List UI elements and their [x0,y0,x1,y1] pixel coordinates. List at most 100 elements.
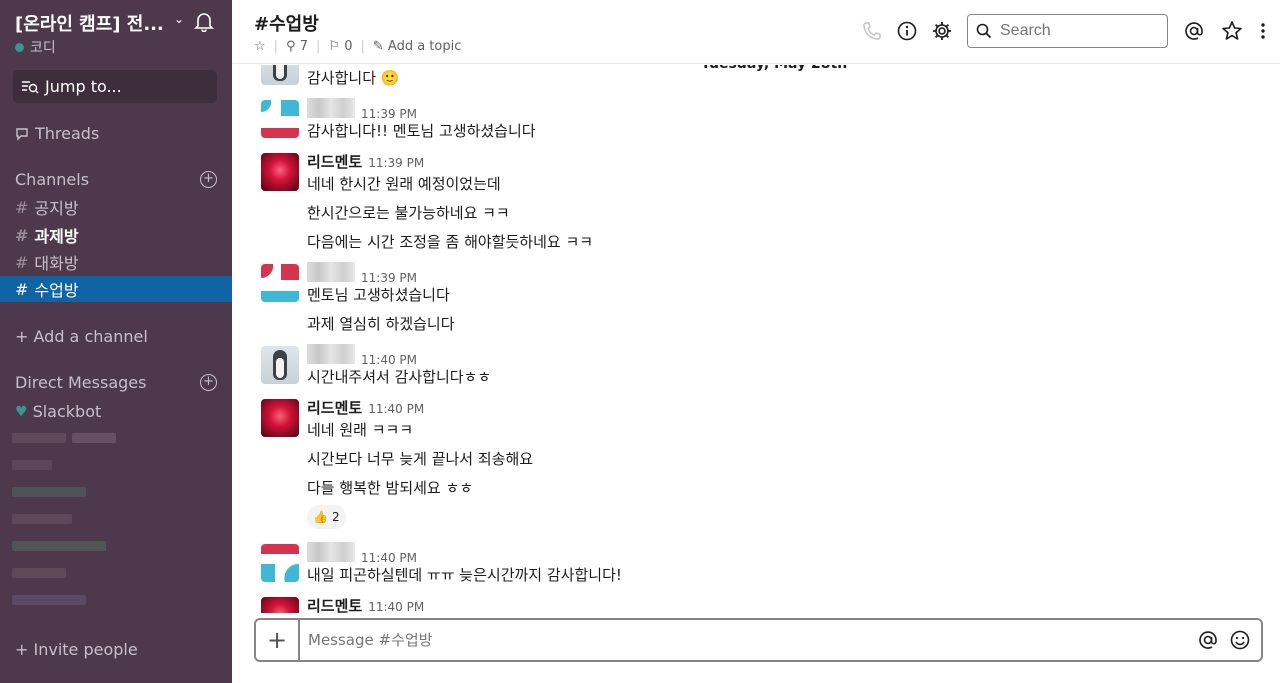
info-icon[interactable] [896,20,918,42]
invite-people-link[interactable]: + Invite people [15,640,138,659]
add-topic-button[interactable]: ✎ Add a topic [373,39,462,54]
message-meta: 리드멘토 11:40 PM [307,595,424,613]
message-text: 한시간으로는 불가능하네요 ㅋㅋ [307,204,510,222]
message-text: 네네 원래 ㅋㅋㅋ [307,421,414,439]
message-text: 네네 한시간 원래 예정이었는데 [307,175,501,193]
jump-to-icon [22,80,39,94]
presence-dot [15,42,24,52]
mentions-icon[interactable] [1183,20,1205,42]
threads-label: Threads [35,124,100,143]
channel-label: 과제방 [34,227,79,246]
message-meta: 11:39 PM [307,98,417,121]
message-meta: 11:40 PM [307,542,417,565]
search-box[interactable] [967,14,1168,48]
user-name: 코디 [30,40,56,56]
redacted-dm [72,433,116,443]
hash-icon: # [15,197,29,217]
person-icon: ⚲ [286,39,296,54]
author-name[interactable]: 리드멘토 [307,595,362,613]
sidebar-item-channel[interactable]: # 대화방 [0,249,232,275]
author-name[interactable]: 리드멘토 [307,397,362,418]
avatar[interactable] [261,100,299,138]
phone-icon[interactable] [861,20,883,42]
channel-meta: ☆ | ⚲ 7 | ⚐ 0 | ✎ Add a topic [254,39,462,54]
sidebar-item-channel[interactable]: # 공지방 [0,194,232,220]
channels-heading[interactable]: Channels [15,170,89,189]
search-icon [976,23,992,39]
hash-icon: # [15,279,29,299]
avatar[interactable] [261,597,299,613]
workspace-name[interactable]: [온라인 캠프] 전... [15,10,175,36]
members-button[interactable]: ⚲ 7 [286,39,308,54]
sidebar-item-threads[interactable]: Threads [15,124,99,143]
message-time[interactable]: 11:39 PM [368,156,424,170]
redacted-dm[interactable] [12,460,52,470]
date-divider: Tuesday, May 28th [687,65,862,74]
current-user[interactable]: 코디 [15,37,56,57]
bell-icon[interactable] [193,10,215,32]
message-text: 시간보다 너무 늦게 끝나서 죄송해요 [307,450,534,468]
pins-count: 0 [344,39,353,54]
avatar[interactable] [261,544,299,582]
channel-title[interactable]: #수업방 [254,10,319,36]
slackbot-label: Slackbot [32,402,102,421]
message-list[interactable]: Tuesday, May 28th 감사합니다 🙂 11:39 PM 감사합니다… [232,65,1280,613]
chevron-down-icon[interactable]: ⌄ [174,12,184,26]
message-time[interactable]: 11:40 PM [361,353,417,367]
message-meta: 11:39 PM [307,262,417,285]
redacted-author[interactable] [307,344,355,364]
add-dm-plus-icon[interactable]: + [200,374,217,391]
message-meta: 리드멘토 11:40 PM [307,397,424,418]
redacted-dm[interactable] [12,433,66,443]
pencil-icon: ✎ [372,39,384,54]
redacted-dm[interactable] [12,514,72,524]
message-input[interactable] [308,628,1178,652]
avatar[interactable] [261,264,299,302]
avatar[interactable] [261,399,299,437]
threads-icon [16,127,28,141]
more-vertical-icon[interactable] [1252,20,1274,42]
message-text: 감사합니다!! 멘토님 고생하셨습니다 [307,122,536,140]
message-text: 다음에는 시간 조정을 좀 해야할듯하네요 ㅋㅋ [307,233,594,251]
redacted-author[interactable] [307,98,355,118]
attach-plus-button[interactable]: + [256,620,300,660]
message-time[interactable]: 11:39 PM [361,271,417,285]
avatar-image [261,544,299,582]
sidebar: [온라인 캠프] 전... ⌄ 코디 Jump to... Threads Ch… [0,0,232,683]
sidebar-item-slackbot[interactable]: ♥ Slackbot [15,402,101,421]
message-time[interactable]: 11:40 PM [361,551,417,565]
sidebar-item-channel[interactable]: # 과제방 [0,222,232,248]
members-count: 7 [299,39,308,54]
gear-icon[interactable] [931,20,953,42]
channel-header: #수업방 ☆ | ⚲ 7 | ⚐ 0 | ✎ Add a topic [232,0,1280,64]
reaction-pill[interactable]: 👍 2 [307,505,346,529]
star-icon[interactable]: ☆ [254,39,266,54]
sidebar-item-channel-active[interactable]: # 수업방 [0,276,232,302]
pins-button[interactable]: ⚐ 0 [328,39,352,54]
redacted-dm[interactable] [12,487,86,497]
add-channel-plus-icon[interactable]: + [200,171,217,188]
message-time[interactable]: 11:40 PM [368,600,424,613]
star-icon[interactable] [1221,20,1243,42]
redacted-dm[interactable] [12,595,86,605]
redacted-author[interactable] [307,262,355,282]
search-input[interactable] [1000,22,1150,40]
direct-messages-heading[interactable]: Direct Messages [15,373,146,392]
redacted-dm[interactable] [12,568,66,578]
avatar-image [261,100,299,138]
jump-to-button[interactable]: Jump to... [13,70,217,103]
message-time[interactable]: 11:40 PM [368,402,424,416]
redacted-dm[interactable] [12,541,106,551]
avatar[interactable] [261,346,299,384]
heart-icon: ♥ [15,403,28,420]
redacted-author[interactable] [307,542,355,562]
author-name[interactable]: 리드멘토 [307,151,362,172]
channel-label: 공지방 [34,199,79,218]
mention-icon[interactable] [1197,629,1219,651]
emoji-icon[interactable] [1229,629,1251,651]
add-topic-label: Add a topic [387,39,462,54]
add-channel-link[interactable]: + Add a channel [15,327,148,346]
avatar[interactable] [261,153,299,191]
message-time[interactable]: 11:39 PM [361,107,417,121]
avatar[interactable] [261,65,299,85]
